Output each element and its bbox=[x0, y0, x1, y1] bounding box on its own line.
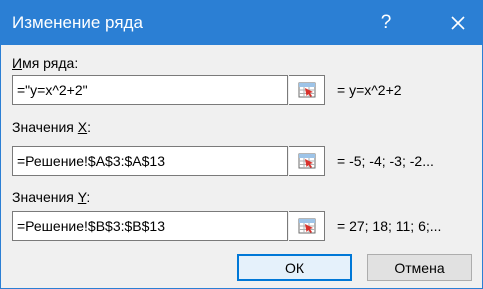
y-values-input[interactable]: =Решение!$B$3:$B$13 bbox=[12, 211, 288, 241]
x-values-collapse-button[interactable] bbox=[289, 146, 325, 176]
title-bar[interactable]: Изменение ряда ? bbox=[1, 1, 482, 45]
range-collapse-icon bbox=[298, 82, 315, 98]
series-name-label: Имя ряда: bbox=[12, 55, 79, 71]
help-icon: ? bbox=[380, 12, 392, 33]
x-values-preview: = -5; -4; -3; -2... bbox=[337, 153, 434, 169]
x-values-input[interactable]: =Решение!$A$3:$A$13 bbox=[12, 146, 288, 176]
help-button[interactable]: ? bbox=[363, 1, 409, 45]
close-button[interactable] bbox=[435, 1, 481, 45]
y-values-label: Значения Y: bbox=[12, 189, 91, 205]
range-collapse-icon bbox=[298, 218, 315, 234]
close-icon bbox=[451, 16, 465, 30]
dialog-title: Изменение ряда bbox=[12, 13, 143, 32]
y-values-collapse-button[interactable] bbox=[289, 211, 325, 241]
y-values-preview: = 27; 18; 11; 6;... bbox=[337, 218, 442, 234]
series-name-collapse-button[interactable] bbox=[289, 75, 325, 105]
ok-button[interactable]: ОК bbox=[237, 254, 352, 281]
series-name-input[interactable]: ="y=x^2+2" bbox=[12, 75, 288, 105]
x-values-label: Значения X: bbox=[12, 119, 92, 135]
cancel-button[interactable]: Отмена bbox=[367, 254, 472, 281]
series-dialog: Изменение ряда ? Имя ряда: ="y=x^2+2" = … bbox=[0, 0, 483, 289]
series-name-preview: = y=x^2+2 bbox=[337, 82, 402, 98]
range-collapse-icon bbox=[298, 153, 315, 169]
